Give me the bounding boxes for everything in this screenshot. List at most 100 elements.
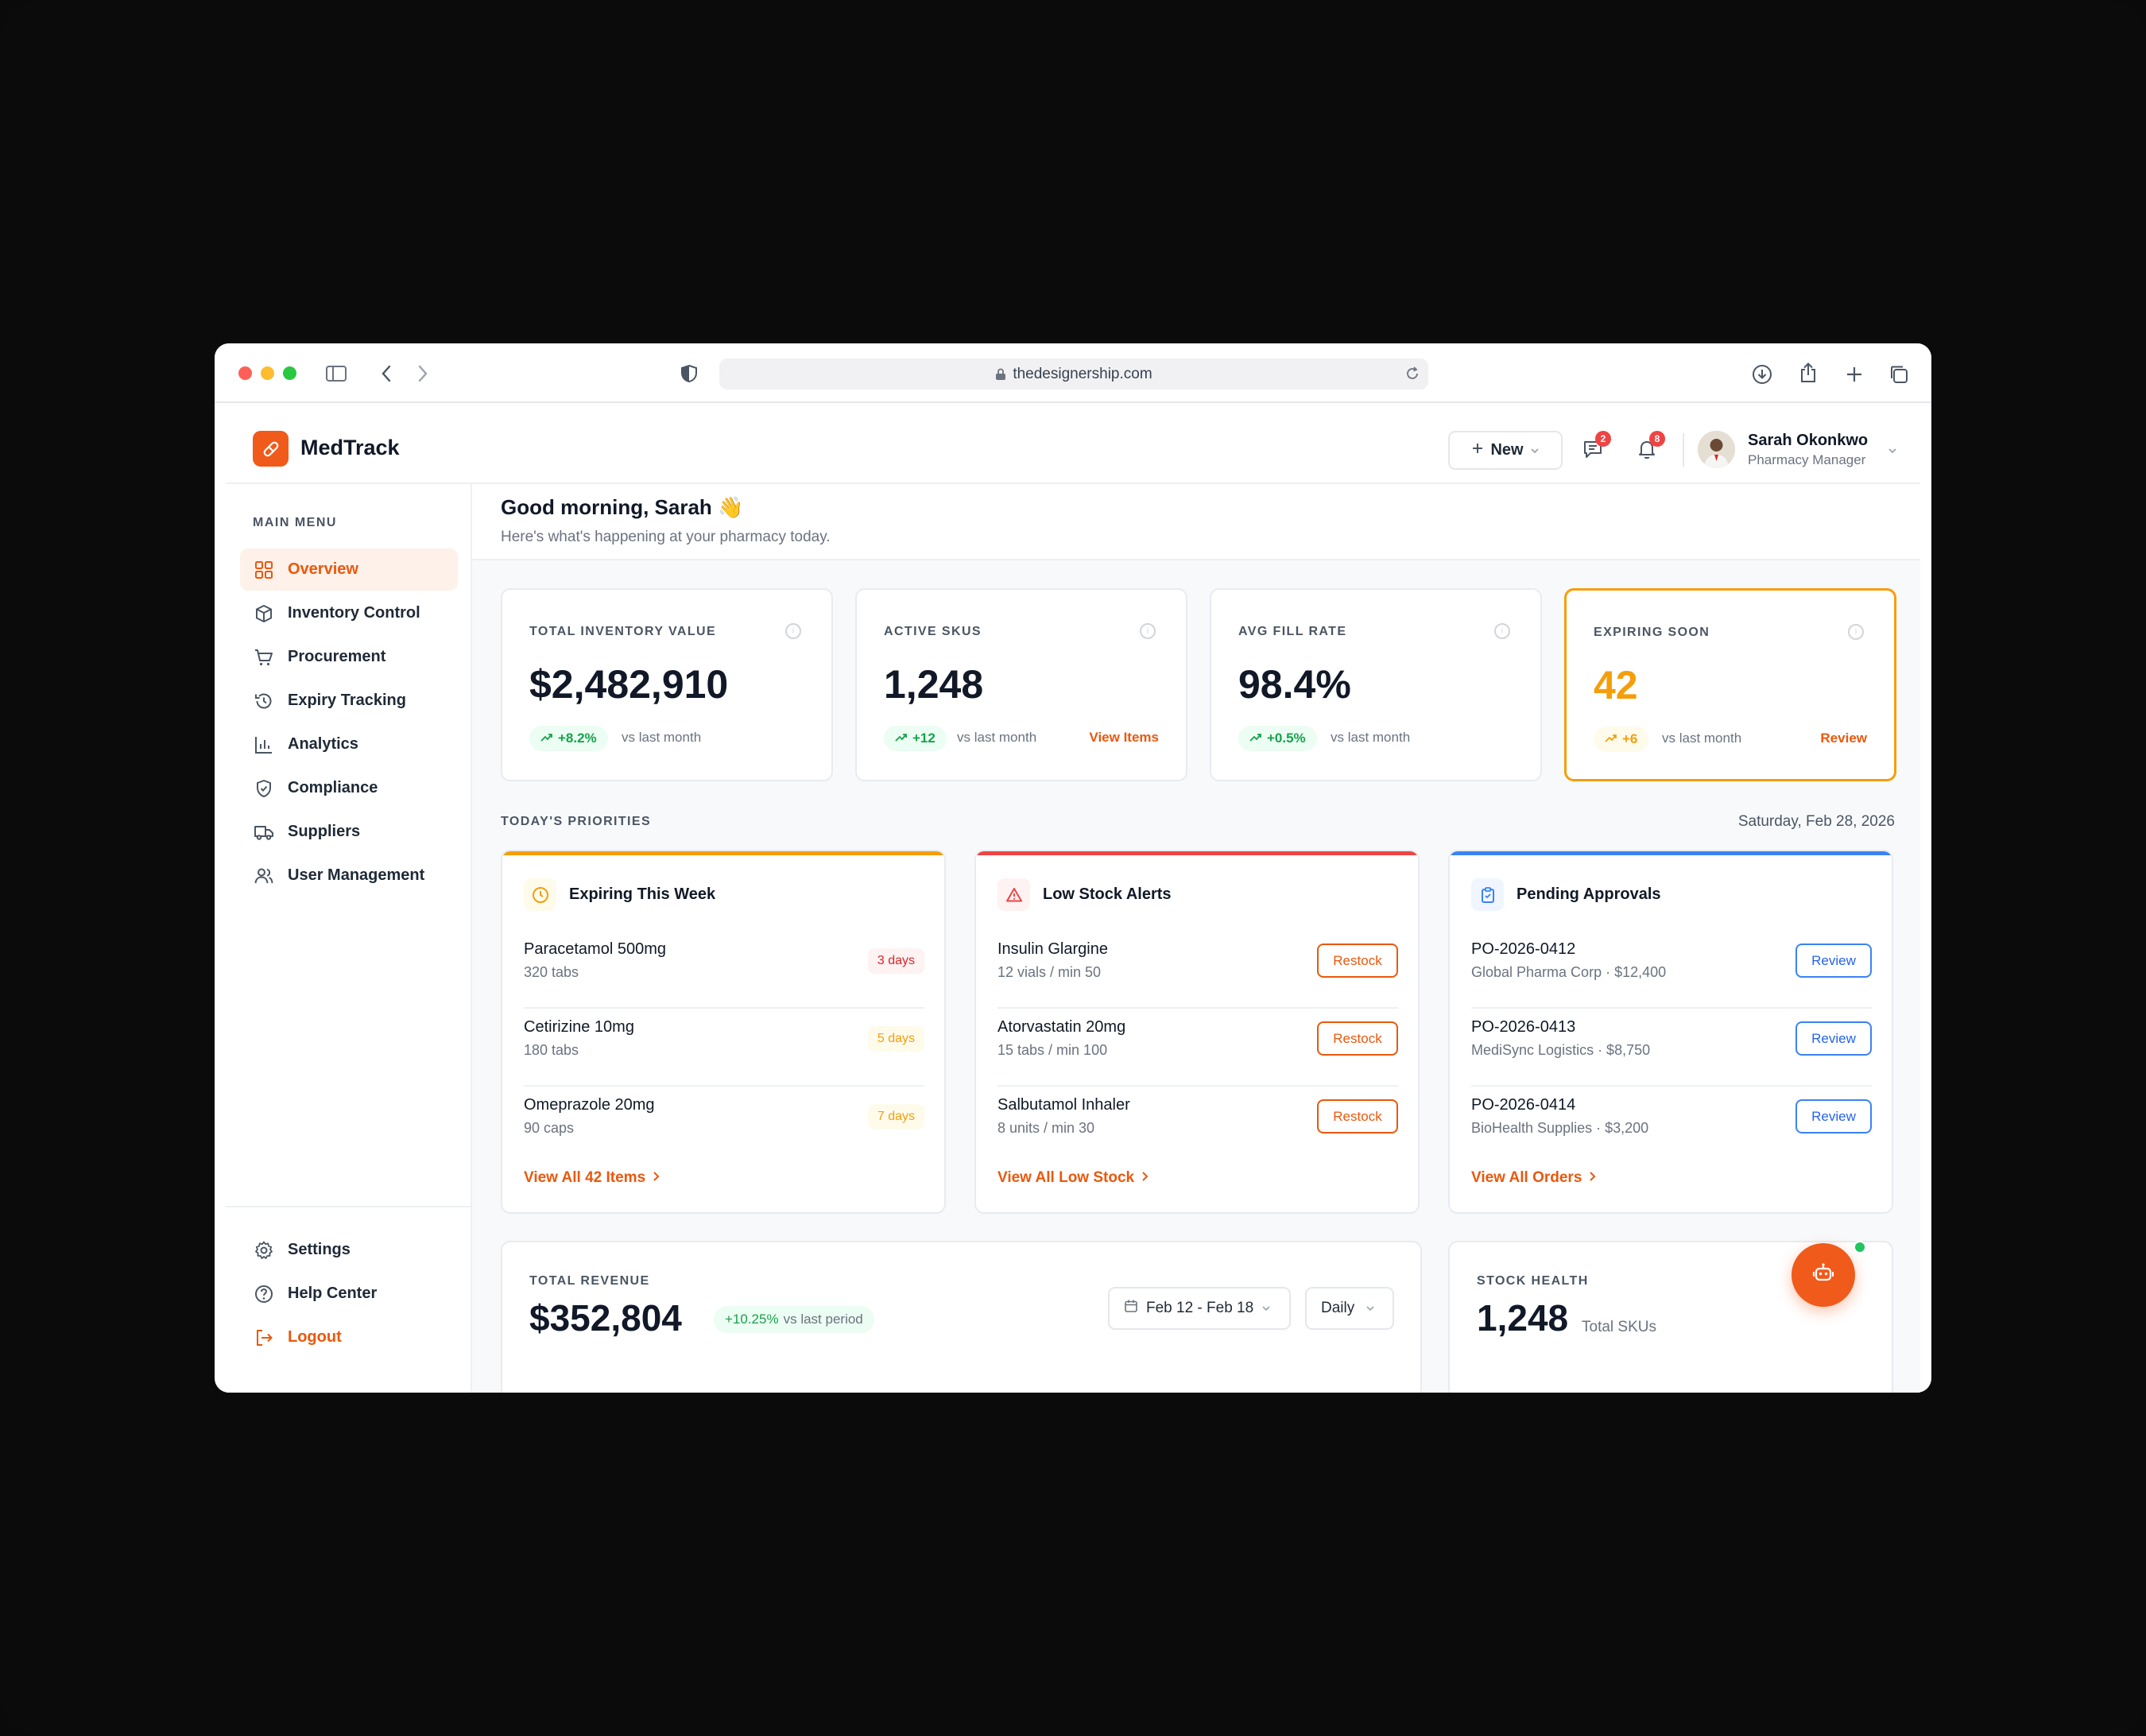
- shield-check-icon: [253, 777, 275, 800]
- trend-up-icon: [895, 730, 908, 746]
- privacy-shield-icon[interactable]: [679, 362, 699, 385]
- view-all-low-stock-link[interactable]: View All Low Stock: [997, 1169, 1149, 1187]
- sidebar-item-label: Logout: [288, 1328, 342, 1346]
- main-content: Good morning, Sarah 👋 Here's what's happ…: [472, 484, 1920, 1393]
- card-accent-bar: [976, 851, 1418, 855]
- sidebar-toggle-icon[interactable]: [324, 362, 348, 385]
- sidebar-divider: [226, 1206, 472, 1207]
- view-all-orders-link[interactable]: View All Orders: [1471, 1169, 1596, 1187]
- list-item[interactable]: Paracetamol 500mg 320 tabs 3 days: [524, 931, 924, 1009]
- avatar[interactable]: [1698, 431, 1735, 468]
- review-link[interactable]: Review: [1820, 730, 1867, 746]
- chevron-down-icon: [1261, 1300, 1271, 1317]
- priority-card-pending-approvals: Pending Approvals PO-2026-0412 Global Ph…: [1448, 850, 1893, 1214]
- item-name: Atorvastatin 20mg: [997, 1018, 1126, 1036]
- item-sub: 320 tabs: [524, 964, 579, 980]
- calendar-icon: [1124, 1299, 1138, 1318]
- clipboard-icon: [1471, 878, 1504, 911]
- sidebar-item-logout[interactable]: Logout: [240, 1316, 458, 1358]
- info-icon[interactable]: i: [1494, 623, 1510, 639]
- view-all-expiring-link[interactable]: View All 42 Items: [524, 1169, 660, 1187]
- assistant-button[interactable]: [1792, 1243, 1855, 1307]
- info-icon[interactable]: i: [1848, 624, 1864, 640]
- stat-label: AVG FILL RATE: [1238, 625, 1347, 638]
- sidebar-item-analytics[interactable]: Analytics: [240, 723, 458, 765]
- list-item[interactable]: Cetirizine 10mg 180 tabs 5 days: [524, 1009, 924, 1087]
- stat-card-expiring-soon[interactable]: EXPIRING SOON i 42 +6 vs last month Revi…: [1564, 588, 1896, 781]
- stat-card-avg-fill-rate[interactable]: AVG FILL RATE i 98.4% +0.5% vs last mont…: [1210, 588, 1542, 781]
- user-menu-chevron-icon[interactable]: [1887, 444, 1898, 459]
- new-button[interactable]: New: [1448, 431, 1563, 470]
- address-bar[interactable]: thedesignership.com: [719, 358, 1428, 389]
- sidebar-item-inventory-control[interactable]: Inventory Control: [240, 592, 458, 634]
- revenue-label: TOTAL REVENUE: [529, 1274, 650, 1288]
- share-icon[interactable]: [1796, 361, 1820, 385]
- greeting-subtitle: Here's what's happening at your pharmacy…: [501, 529, 831, 545]
- new-button-label: New: [1490, 441, 1524, 459]
- info-icon[interactable]: i: [1140, 623, 1156, 639]
- item-name: PO-2026-0414: [1471, 1096, 1576, 1114]
- stock-health-sub: Total SKUs: [1582, 1319, 1656, 1335]
- sidebar-item-label: User Management: [288, 866, 425, 884]
- sidebar-item-label: Expiry Tracking: [288, 692, 406, 709]
- item-name: PO-2026-0413: [1471, 1018, 1576, 1036]
- messages-badge: 2: [1595, 431, 1611, 447]
- info-icon[interactable]: i: [785, 623, 801, 639]
- view-items-link[interactable]: View Items: [1089, 730, 1159, 746]
- robot-icon: [1811, 1261, 1835, 1289]
- item-sub: 8 units / min 30: [997, 1120, 1095, 1136]
- user-name[interactable]: Sarah Okonkwo: [1748, 432, 1868, 450]
- reload-icon[interactable]: [1403, 364, 1422, 383]
- comparison-text: vs last month: [1331, 730, 1411, 745]
- stat-card-total-inventory-value[interactable]: TOTAL INVENTORY VALUE i $2,482,910 +8.2%…: [501, 588, 833, 781]
- tabs-overview-icon[interactable]: [1887, 362, 1911, 386]
- notifications-button[interactable]: 8: [1636, 431, 1665, 460]
- messages-button[interactable]: 2: [1582, 431, 1611, 460]
- list-item[interactable]: Omeprazole 20mg 90 caps 7 days: [524, 1087, 924, 1164]
- greeting-bar: Good morning, Sarah 👋 Here's what's happ…: [472, 484, 1920, 560]
- download-icon[interactable]: [1750, 362, 1774, 386]
- list-item: Salbutamol Inhaler 8 units / min 30 Rest…: [997, 1087, 1398, 1164]
- sidebar-item-compliance[interactable]: Compliance: [240, 767, 458, 809]
- bar-chart-icon: [253, 734, 275, 756]
- restock-button[interactable]: Restock: [1317, 1099, 1398, 1133]
- review-button[interactable]: Review: [1795, 1099, 1872, 1133]
- cart-icon: [253, 646, 275, 668]
- days-badge: 3 days: [867, 948, 924, 974]
- restock-button[interactable]: Restock: [1317, 944, 1398, 978]
- sidebar-item-user-management[interactable]: User Management: [240, 854, 458, 897]
- trend-badge: +0.5%: [1238, 726, 1317, 751]
- sidebar-item-label: Analytics: [288, 735, 358, 753]
- priority-card-expiring-this-week: Expiring This Week Paracetamol 500mg 320…: [501, 850, 946, 1214]
- maximize-window-button[interactable]: [283, 366, 296, 380]
- sidebar-item-overview[interactable]: Overview: [240, 548, 458, 591]
- forward-icon[interactable]: [413, 362, 432, 385]
- review-button[interactable]: Review: [1795, 944, 1872, 978]
- close-window-button[interactable]: [238, 366, 252, 380]
- restock-button[interactable]: Restock: [1317, 1021, 1398, 1056]
- new-tab-icon[interactable]: [1842, 362, 1866, 386]
- item-sub: Global Pharma Corp · $12,400: [1471, 964, 1667, 980]
- sidebar-item-label: Settings: [288, 1241, 351, 1258]
- days-badge: 7 days: [867, 1104, 924, 1130]
- days-badge: 5 days: [867, 1026, 924, 1052]
- date-range-picker[interactable]: Feb 12 - Feb 18: [1108, 1287, 1291, 1330]
- sidebar-item-expiry-tracking[interactable]: Expiry Tracking: [240, 680, 458, 722]
- sidebar-item-settings[interactable]: Settings: [240, 1229, 458, 1271]
- review-button[interactable]: Review: [1795, 1021, 1872, 1056]
- medtrack-logo-icon[interactable]: [253, 431, 289, 467]
- sidebar-item-suppliers[interactable]: Suppliers: [240, 811, 458, 853]
- back-icon[interactable]: [377, 362, 396, 385]
- warning-icon: [997, 878, 1030, 911]
- sidebar-item-procurement[interactable]: Procurement: [240, 636, 458, 678]
- trend-value: +12: [912, 730, 935, 746]
- item-sub: 12 vials / min 50: [997, 964, 1102, 980]
- period-select[interactable]: Daily: [1305, 1287, 1394, 1330]
- stat-value: 42: [1594, 663, 1638, 707]
- sidebar-item-label: Compliance: [288, 779, 378, 796]
- sidebar-item-help-center[interactable]: Help Center: [240, 1273, 458, 1315]
- stock-health-label: STOCK HEALTH: [1477, 1274, 1589, 1288]
- minimize-window-button[interactable]: [261, 366, 274, 380]
- revenue-trend-badge: +10.25% vs last period: [714, 1306, 874, 1333]
- stat-card-active-skus[interactable]: ACTIVE SKUS i 1,248 +12 vs last month Vi…: [855, 588, 1187, 781]
